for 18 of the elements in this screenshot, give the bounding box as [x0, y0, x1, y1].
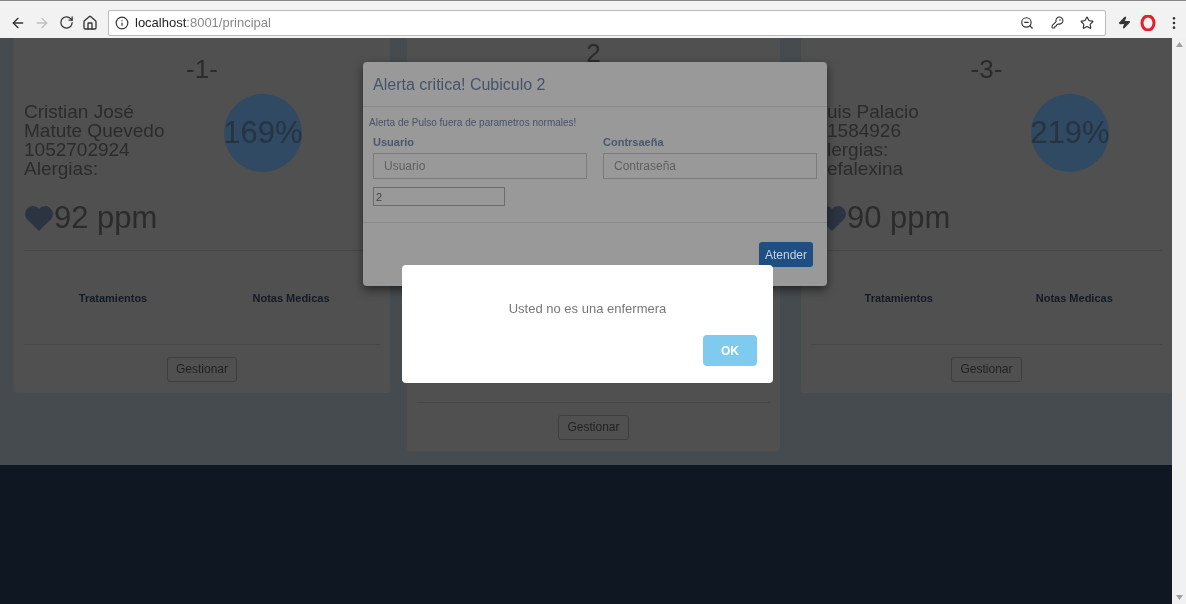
modal-title: Alerta critica! Cubiculo 2: [372, 75, 547, 95]
field-label: Usuario: [373, 136, 415, 148]
alert-message: Alerta de Pulso fuera de parametros normales!: [369, 117, 578, 128]
ok-button[interactable]: OK: [703, 335, 757, 366]
section-link[interactable]: Tratamientos: [24, 291, 202, 304]
info-icon[interactable]: [115, 15, 129, 30]
url-text: localhost:8001/principal: [135, 15, 271, 30]
cubicle-input[interactable]: 2: [373, 187, 505, 206]
input-field[interactable]: Usuario: [373, 153, 587, 179]
section-link[interactable]: Notas Medicas: [202, 291, 380, 304]
section-link[interactable]: Notas Medicas: [986, 291, 1162, 304]
input-field[interactable]: Contraseña: [603, 153, 817, 179]
dialog-message: Usted no es una enfermera: [508, 301, 667, 316]
address-bar[interactable]: localhost:8001/principal: [108, 9, 1106, 36]
heart-icon: [24, 205, 54, 231]
section-link[interactable]: Tratamientos: [811, 291, 987, 304]
attend-button[interactable]: Atender: [758, 242, 813, 267]
field-label: Contrsaeña: [603, 136, 665, 148]
